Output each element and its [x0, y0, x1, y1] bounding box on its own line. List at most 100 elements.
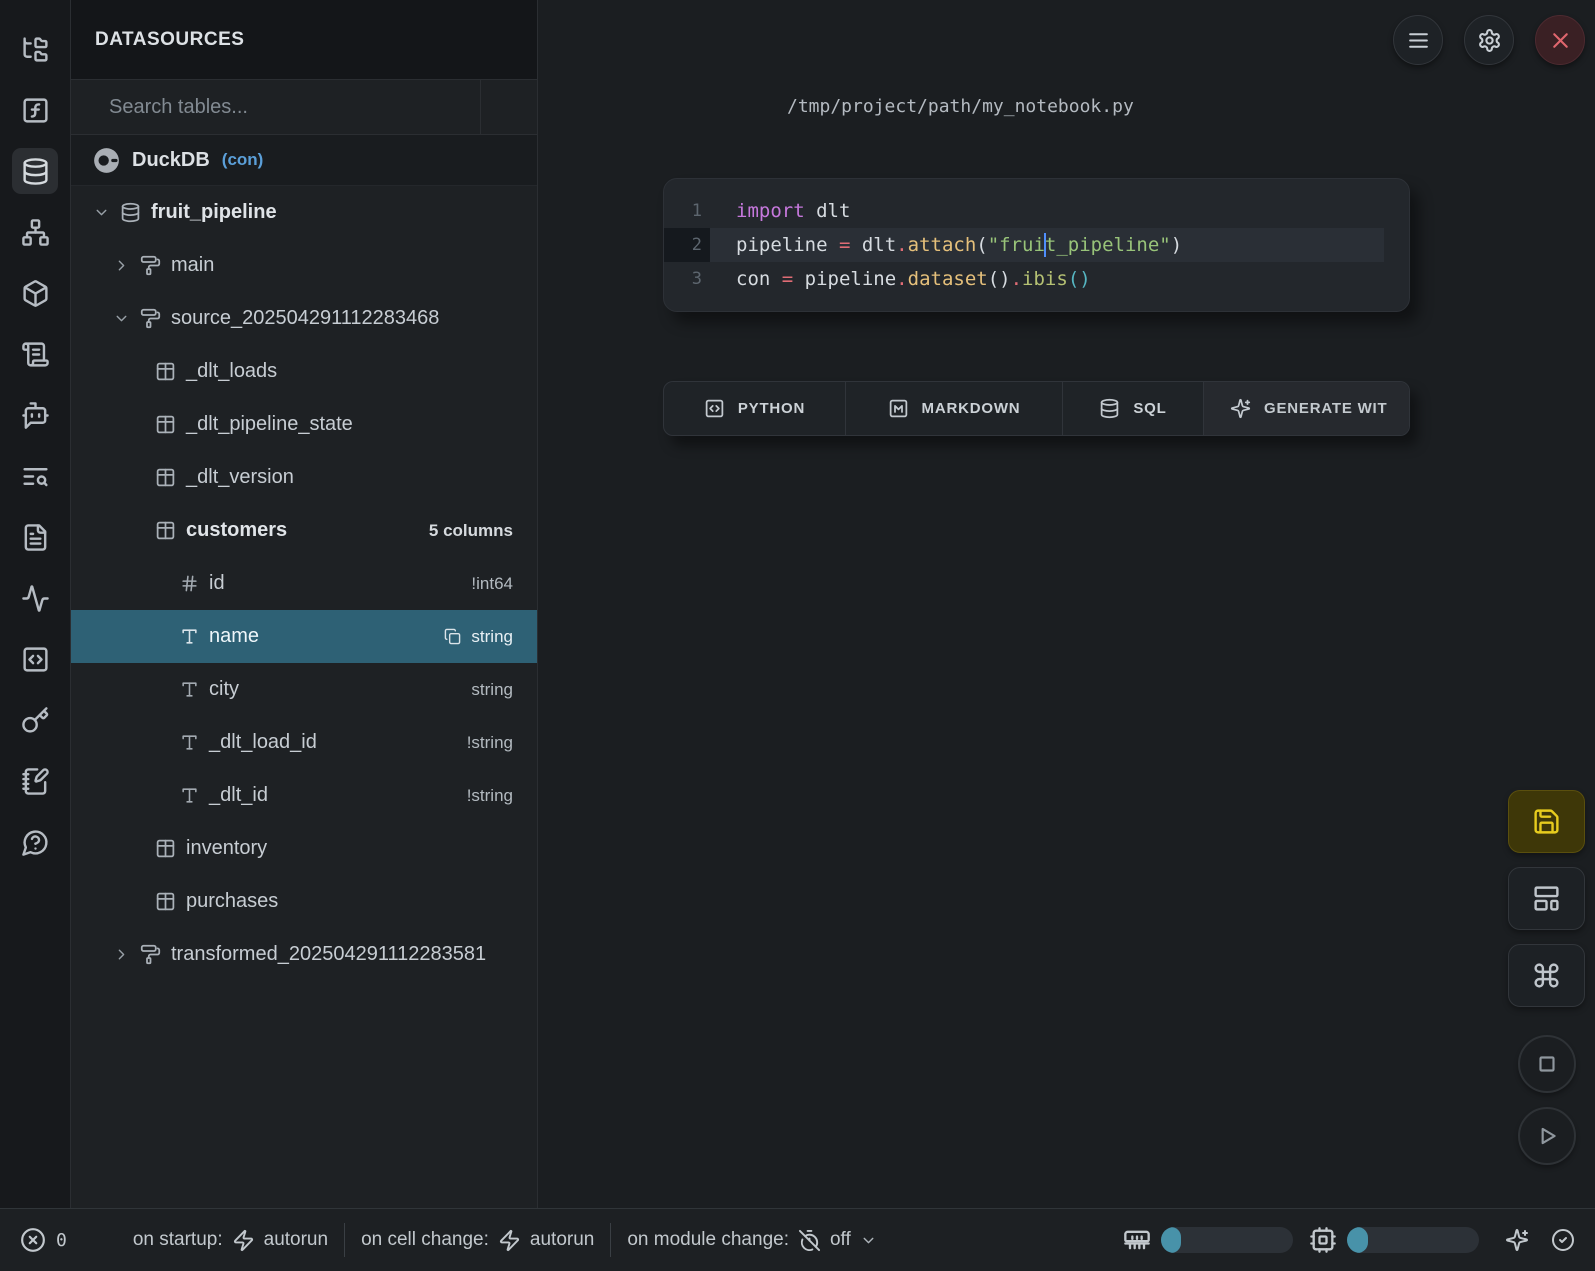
sparkles-icon: [1505, 1228, 1529, 1252]
circle-x-icon: [20, 1227, 46, 1253]
runtime-on-module-change[interactable]: on module change: off: [627, 1229, 876, 1252]
tree-row-transformed_202504291112283581[interactable]: transformed_202504291112283581: [71, 928, 537, 981]
errors-button[interactable]: 0: [20, 1227, 67, 1253]
rail-item-function-square[interactable]: [12, 87, 58, 133]
runtime-value: autorun: [264, 1229, 328, 1251]
tree-row-city[interactable]: citystring: [71, 663, 537, 716]
add-cell-markdown-button[interactable]: MARKDOWN: [846, 382, 1063, 435]
rail-item-text-search[interactable]: [12, 453, 58, 499]
tree-label: _dlt_load_id: [209, 731, 317, 754]
runtime-on-startup[interactable]: on startup: autorun: [133, 1229, 328, 1252]
add-cell-sql-button[interactable]: SQL: [1063, 382, 1204, 435]
tree-row-purchases[interactable]: purchases: [71, 875, 537, 928]
runtime-label: on cell change:: [361, 1229, 489, 1251]
shutdown-button[interactable]: [1535, 15, 1585, 65]
settings-icon: [1477, 28, 1502, 53]
rail-item-code-square[interactable]: [12, 636, 58, 682]
scroll-text-icon: [21, 340, 50, 369]
tree-row-_dlt_loads[interactable]: _dlt_loads: [71, 345, 537, 398]
rail-item-scroll-text[interactable]: [12, 331, 58, 377]
search-tables-input[interactable]: [107, 95, 480, 120]
tree-row-id[interactable]: id!int64: [71, 557, 537, 610]
activity-rail: [0, 0, 71, 1208]
keyboard-shortcuts-button[interactable]: [1508, 944, 1585, 1007]
connection-engine: DuckDB: [132, 149, 210, 172]
rail-item-box[interactable]: [12, 270, 58, 316]
rail-item-notebook-pen[interactable]: [12, 758, 58, 804]
runtime-value: off: [830, 1229, 851, 1251]
rail-item-chat-bot[interactable]: [12, 392, 58, 438]
tree-row-_dlt_pipeline_state[interactable]: _dlt_pipeline_state: [71, 398, 537, 451]
add-datasource-button[interactable]: [480, 80, 537, 134]
save-icon: [1532, 807, 1561, 836]
add-cell-python-button[interactable]: PYTHON: [664, 382, 846, 435]
code-editor-cell[interactable]: 1import dlt2pipeline = dlt.attach("fruit…: [663, 178, 1410, 312]
add-cell-generate-wit-button[interactable]: GENERATE WIT: [1204, 382, 1409, 435]
settings-button[interactable]: [1464, 15, 1514, 65]
tree-row-inventory[interactable]: inventory: [71, 822, 537, 875]
table-icon: [155, 414, 176, 435]
stop-button[interactable]: [1518, 1035, 1576, 1093]
function-square-icon: [21, 96, 50, 125]
notebook-main: /tmp/project/path/my_notebook.py 1import…: [538, 0, 1595, 1208]
table-icon: [155, 361, 176, 382]
database-icon: [21, 157, 50, 186]
tree-row-main[interactable]: main: [71, 239, 537, 292]
datasources-panel: DATASOURCES DuckDB (con) fruit_pipelinem…: [71, 0, 538, 1208]
rail-item-help-bubble[interactable]: [12, 819, 58, 865]
side-actions: [1508, 790, 1585, 1165]
network-icon: [21, 218, 50, 247]
layout-button[interactable]: [1508, 867, 1585, 930]
tree-row-customers[interactable]: customers5 columns: [71, 504, 537, 557]
tree-row-name[interactable]: namestring: [71, 610, 537, 663]
connection-alias: (con): [222, 150, 264, 170]
rail-item-database[interactable]: [12, 148, 58, 194]
runtime-label: on module change:: [627, 1229, 789, 1251]
rail-item-activity[interactable]: [12, 575, 58, 621]
tree-row-fruit_pipeline[interactable]: fruit_pipeline: [71, 186, 537, 239]
table-icon: [155, 520, 176, 541]
line-number: 2: [664, 228, 710, 262]
statusbar-divider: [344, 1223, 345, 1257]
database-icon: [1099, 398, 1120, 419]
tree-label: _dlt_version: [186, 466, 294, 489]
chevron-right-icon[interactable]: [113, 257, 130, 274]
connection-status-button[interactable]: [1551, 1228, 1575, 1252]
add-cell-buttons: PYTHONMARKDOWNSQLGENERATE WIT: [663, 381, 1410, 436]
rail-item-file-tree[interactable]: [12, 26, 58, 72]
statusbar-divider: [610, 1223, 611, 1257]
tree-row-_dlt_load_id[interactable]: _dlt_load_id!string: [71, 716, 537, 769]
chevron-down-icon: [860, 1232, 877, 1249]
tree-row-source_202504291112283468[interactable]: source_202504291112283468: [71, 292, 537, 345]
tree-meta: string: [471, 680, 513, 700]
rail-item-network[interactable]: [12, 209, 58, 255]
chevron-down-icon[interactable]: [93, 204, 110, 221]
connection-row[interactable]: DuckDB (con): [71, 135, 537, 186]
rail-item-file-text[interactable]: [12, 514, 58, 560]
runtime-label: on startup:: [133, 1229, 223, 1251]
chevron-down-icon[interactable]: [113, 310, 130, 327]
chevron-right-icon[interactable]: [113, 946, 130, 963]
stop-icon: [1534, 1051, 1560, 1077]
notebook-path: /tmp/project/path/my_notebook.py: [538, 96, 1595, 117]
app-window: DATASOURCES DuckDB (con) fruit_pipelinem…: [0, 0, 1595, 1271]
datasource-tree: fruit_pipelinemainsource_202504291112283…: [71, 186, 537, 1208]
tree-row-_dlt_id[interactable]: _dlt_id!string: [71, 769, 537, 822]
datasources-header: DATASOURCES: [71, 0, 537, 80]
runtime-on-cell-change[interactable]: on cell change:autorun: [361, 1229, 594, 1252]
rail-item-key[interactable]: [12, 697, 58, 743]
layout-template-icon: [1532, 884, 1561, 913]
ram-meter: [1123, 1226, 1293, 1254]
code-line-2: 2pipeline = dlt.attach("fruit_pipeline"): [664, 228, 1409, 262]
menu-button[interactable]: [1393, 15, 1443, 65]
copy-icon[interactable]: [444, 628, 461, 645]
save-button[interactable]: [1508, 790, 1585, 853]
error-count: 0: [56, 1230, 67, 1251]
copy-icon: [444, 628, 461, 645]
cpu-icon: [1309, 1226, 1337, 1254]
ai-assist-button[interactable]: [1505, 1228, 1529, 1252]
close-icon: [1548, 28, 1573, 53]
run-button[interactable]: [1518, 1107, 1576, 1165]
tree-row-_dlt_version[interactable]: _dlt_version: [71, 451, 537, 504]
circle-x-icon: [20, 1227, 46, 1253]
